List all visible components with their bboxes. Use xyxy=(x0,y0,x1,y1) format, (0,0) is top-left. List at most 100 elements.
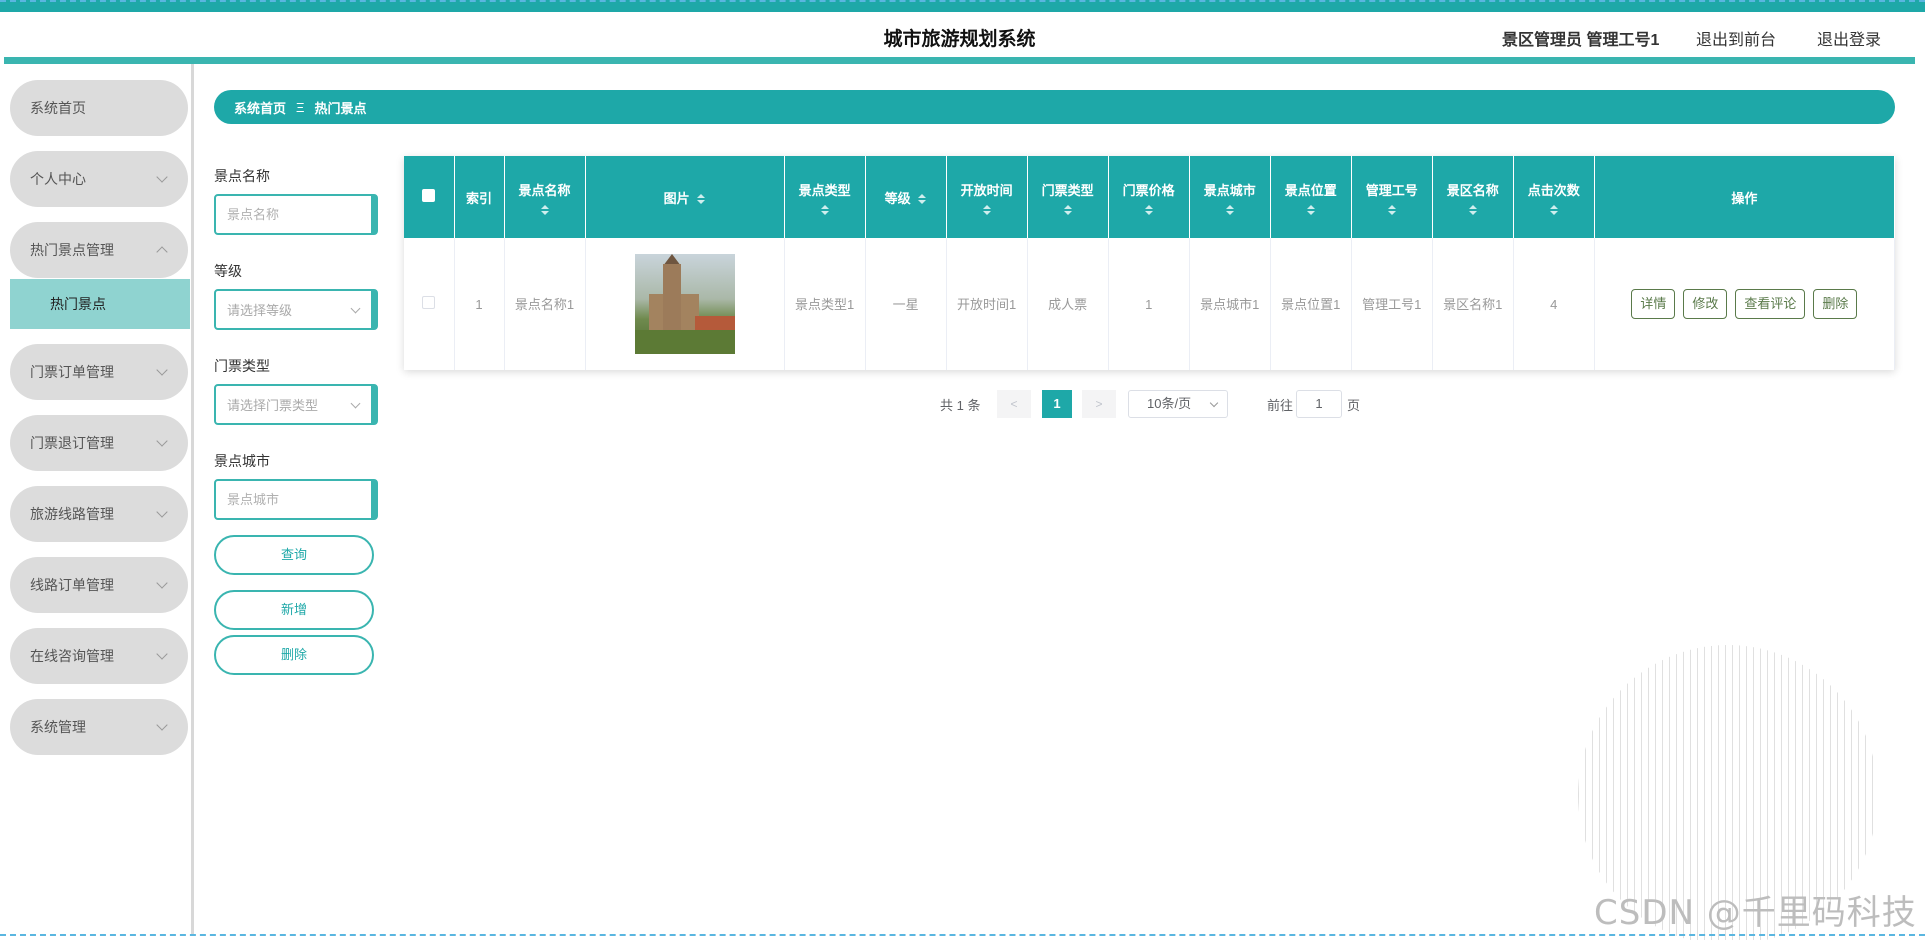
cell-index: 1 xyxy=(454,238,505,370)
column-header[interactable]: 等级 xyxy=(865,156,947,238)
sidebar-item-label: 个人中心 xyxy=(30,171,86,187)
add-button[interactable]: 新增 xyxy=(214,590,374,630)
chevron-down-icon xyxy=(156,648,168,660)
logout-link[interactable]: 退出登录 xyxy=(1817,26,1881,50)
goto-page-field[interactable] xyxy=(1296,390,1342,418)
cell-clicks: 4 xyxy=(1513,238,1595,370)
row-select-cell[interactable] xyxy=(404,238,455,370)
cell-manager-no: 管理工号1 xyxy=(1351,238,1433,370)
sort-icon[interactable] xyxy=(1225,204,1235,215)
column-header[interactable]: 点击次数 xyxy=(1513,156,1595,238)
column-header[interactable]: 图片 xyxy=(585,156,785,238)
column-header[interactable]: 景点类型 xyxy=(784,156,866,238)
column-header[interactable]: 开放时间 xyxy=(946,156,1028,238)
spot-name-field[interactable] xyxy=(214,194,378,235)
page-size-value: 10条/页 xyxy=(1147,396,1192,411)
select-all-cell[interactable] xyxy=(404,156,455,238)
goto-suffix: 页 xyxy=(1347,397,1361,413)
chevron-down-icon xyxy=(1209,398,1219,408)
city-label: 景点城市 xyxy=(214,453,270,469)
page-size-select[interactable]: 10条/页 xyxy=(1128,390,1228,418)
sort-icon[interactable] xyxy=(917,194,927,205)
row-checkbox[interactable] xyxy=(422,295,436,309)
city-field[interactable] xyxy=(214,479,378,520)
next-page-button[interactable]: > xyxy=(1082,390,1116,418)
sidebar: 系统首页 个人中心 热门景点管理 热门景点 门票订单管理 门票退订管理 旅游线路… xyxy=(4,64,194,934)
chevron-down-icon xyxy=(156,577,168,589)
sidebar-item-system-management[interactable]: 系统管理 xyxy=(10,699,188,755)
sidebar-item-ticket-refunds[interactable]: 门票退订管理 xyxy=(10,415,188,471)
column-header: 操作 xyxy=(1594,156,1896,238)
ticket-type-select[interactable]: 请选择门票类型 xyxy=(214,384,378,425)
cell-scenic-name: 景区名称1 xyxy=(1432,238,1514,370)
level-select-placeholder: 请选择等级 xyxy=(227,303,293,318)
sidebar-item-personal-center[interactable]: 个人中心 xyxy=(10,151,188,207)
sort-icon[interactable] xyxy=(696,194,706,205)
sidebar-item-label: 门票退订管理 xyxy=(30,435,114,451)
cell-actions: 详情 修改 查看评论 删除 xyxy=(1594,238,1896,370)
sidebar-item-ticket-orders[interactable]: 门票订单管理 xyxy=(10,344,188,400)
goto-page-input[interactable] xyxy=(1299,396,1339,411)
sort-icon[interactable] xyxy=(1468,204,1478,215)
chevron-down-icon xyxy=(350,303,361,314)
select-all-checkbox[interactable] xyxy=(422,189,436,202)
sort-icon[interactable] xyxy=(1063,204,1073,215)
hot-spots-table: 索引 景点名称 图片 景点类型 等级 开放时间 门票类型 门票价格 景点城市 景… xyxy=(404,156,1896,370)
breadcrumb-separator: Ξ xyxy=(296,99,305,115)
sort-icon[interactable] xyxy=(1387,204,1397,215)
table-row: 1 景点名称1 景点类型1 一星 开放时间1 成人票 1 景点城市1 景点位置1… xyxy=(404,238,1896,370)
sidebar-item-label: 热门景点管理 xyxy=(30,242,114,258)
top-header: 城市旅游规划系统 景区管理员 管理工号1 退出到前台 退出登录 xyxy=(4,12,1915,58)
level-select[interactable]: 请选择等级 xyxy=(214,289,378,330)
pagination-total: 共 1 条 xyxy=(940,397,981,413)
page-number-button[interactable]: 1 xyxy=(1042,390,1072,418)
chevron-down-icon xyxy=(156,364,168,376)
delete-button[interactable]: 删除 xyxy=(214,635,374,675)
watermark-text: CSDN @千里码科技 xyxy=(1594,893,1917,933)
column-header[interactable]: 景点位置 xyxy=(1270,156,1352,238)
sort-icon[interactable] xyxy=(820,204,830,215)
spot-name-label: 景点名称 xyxy=(214,168,270,184)
spot-name-input[interactable] xyxy=(227,207,357,222)
column-header[interactable]: 景点城市 xyxy=(1189,156,1271,238)
sidebar-item-route-orders[interactable]: 线路订单管理 xyxy=(10,557,188,613)
city-input[interactable] xyxy=(227,492,357,507)
breadcrumb: 系统首页 Ξ 热门景点 xyxy=(214,90,1895,124)
level-label: 等级 xyxy=(214,263,242,279)
cell-price: 1 xyxy=(1108,238,1190,370)
cell-name: 景点名称1 xyxy=(504,238,586,370)
sidebar-item-online-consult[interactable]: 在线咨询管理 xyxy=(10,628,188,684)
column-header[interactable]: 景点名称 xyxy=(504,156,586,238)
current-user-label: 景区管理员 管理工号1 xyxy=(1502,32,1660,49)
sidebar-item-travel-routes[interactable]: 旅游线路管理 xyxy=(10,486,188,542)
column-header[interactable]: 门票价格 xyxy=(1108,156,1190,238)
column-header[interactable]: 景区名称 xyxy=(1432,156,1514,238)
sidebar-item-label: 线路订单管理 xyxy=(30,577,114,593)
sidebar-item-hot-spots-management[interactable]: 热门景点管理 xyxy=(10,222,188,278)
photo-trees xyxy=(634,330,735,354)
goto-prefix: 前往 xyxy=(1267,397,1294,413)
ticket-type-select-placeholder: 请选择门票类型 xyxy=(227,398,319,413)
sidebar-subitem-hot-spots[interactable]: 热门景点 xyxy=(10,279,190,329)
view-comments-button[interactable]: 查看评论 xyxy=(1735,289,1806,319)
header-divider xyxy=(4,57,1915,64)
sort-icon[interactable] xyxy=(1306,204,1316,215)
cell-location: 景点位置1 xyxy=(1270,238,1352,370)
sidebar-item-label: 旅游线路管理 xyxy=(30,506,114,522)
sidebar-item-home[interactable]: 系统首页 xyxy=(10,80,188,136)
row-delete-button[interactable]: 删除 xyxy=(1813,289,1858,319)
sort-icon[interactable] xyxy=(982,204,992,215)
exit-to-front-link[interactable]: 退出到前台 xyxy=(1696,26,1776,50)
prev-page-button[interactable]: < xyxy=(997,390,1031,418)
edit-button[interactable]: 修改 xyxy=(1683,289,1728,319)
sort-icon[interactable] xyxy=(1144,204,1154,215)
sidebar-item-label: 系统首页 xyxy=(30,100,86,116)
breadcrumb-current: 热门景点 xyxy=(314,100,367,116)
column-header[interactable]: 管理工号 xyxy=(1351,156,1433,238)
breadcrumb-home[interactable]: 系统首页 xyxy=(234,98,286,117)
detail-button[interactable]: 详情 xyxy=(1631,289,1676,319)
query-button[interactable]: 查询 xyxy=(214,535,374,575)
sort-icon[interactable] xyxy=(1549,204,1559,215)
column-header[interactable]: 门票类型 xyxy=(1027,156,1109,238)
sort-icon[interactable] xyxy=(540,204,550,215)
